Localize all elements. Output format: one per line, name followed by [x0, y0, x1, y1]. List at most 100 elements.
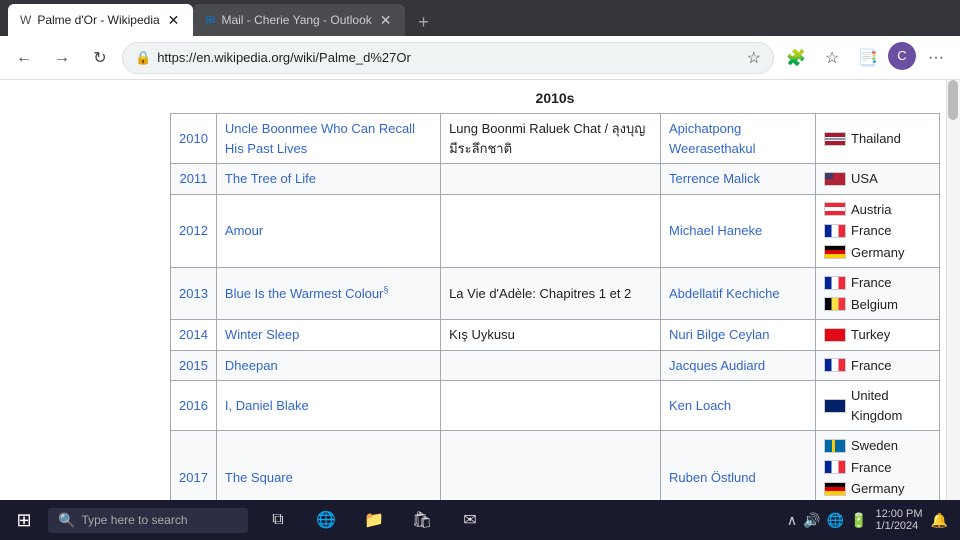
forward-button[interactable]: →: [46, 42, 78, 74]
taskbar-explorer[interactable]: 📁: [354, 500, 394, 540]
table-row: 2017The SquareRuben ÖstlundSwedenFranceG…: [171, 431, 940, 501]
director-link[interactable]: Jacques Audiard: [669, 358, 765, 373]
country-row: France: [824, 221, 931, 241]
taskbar-task-view[interactable]: ⧉: [258, 500, 298, 540]
country-name: Sweden: [851, 436, 898, 456]
taskbar-store[interactable]: 🛍: [402, 500, 442, 540]
table-row: 2015DheepanJacques AudiardFrance: [171, 350, 940, 381]
year-cell: 2011: [171, 164, 217, 195]
country-cell: AustriaFranceGermany: [816, 194, 940, 268]
film-link[interactable]: The Tree of Life: [225, 171, 316, 186]
original-title-cell: [441, 431, 661, 501]
nav-actions: 🧩 ☆ 📑 C ···: [780, 42, 952, 74]
taskbar-right: ∧ 🔊 🌐 🔋 12:00 PM1/1/2024 🔔: [787, 508, 956, 532]
country-name: France: [851, 221, 891, 241]
film-cell: Dheepan: [216, 350, 440, 381]
director-cell: Jacques Audiard: [661, 350, 816, 381]
extensions-button[interactable]: 🧩: [780, 42, 812, 74]
director-link[interactable]: Terrence Malick: [669, 171, 760, 186]
start-button[interactable]: ⊞: [4, 500, 44, 540]
tab-outlook[interactable]: ✉ Mail - Cherie Yang - Outlook ✕: [193, 4, 405, 36]
table-row: 2013Blue Is the Warmest Colour§La Vie d'…: [171, 268, 940, 320]
taskbar-mail[interactable]: ✉: [450, 500, 490, 540]
country-name: United Kingdom: [851, 386, 931, 425]
tab-outlook-close[interactable]: ✕: [378, 10, 394, 31]
film-link[interactable]: Winter Sleep: [225, 327, 299, 342]
browser-chrome: W Palme d'Or - Wikipedia ✕ ✉ Mail - Cher…: [0, 0, 960, 80]
scroll-thumb[interactable]: [948, 80, 958, 120]
belgium-flag: [824, 297, 846, 311]
tray-network-icon[interactable]: 🌐: [827, 512, 844, 529]
film-link[interactable]: I, Daniel Blake: [225, 398, 309, 413]
table-row: 2011 The Tree of Life Terrence Malick USA: [171, 164, 940, 195]
notifications-icon[interactable]: 🔔: [931, 512, 948, 529]
collections-button[interactable]: 📑: [852, 42, 884, 74]
film-link[interactable]: Amour: [225, 223, 263, 238]
director-link[interactable]: Ken Loach: [669, 398, 731, 413]
country-row: Belgium: [824, 295, 931, 315]
reload-button[interactable]: ↻: [84, 42, 116, 74]
profile-avatar[interactable]: C: [888, 42, 916, 70]
address-text: https://en.wikipedia.org/wiki/Palme_d%27…: [157, 50, 740, 65]
director-link[interactable]: Abdellatif Kechiche: [669, 286, 780, 301]
film-cell: The Square: [216, 431, 440, 501]
country-row: France: [824, 356, 931, 376]
film-link[interactable]: Dheepan: [225, 358, 278, 373]
film-cell: I, Daniel Blake: [216, 381, 440, 431]
director-cell: Terrence Malick: [661, 164, 816, 195]
country-row: France: [824, 273, 931, 293]
system-tray-icons: ∧ 🔊 🌐 🔋: [787, 512, 868, 529]
director-cell: Ken Loach: [661, 381, 816, 431]
year-cell: 2010: [171, 114, 217, 164]
original-title-cell: [441, 194, 661, 268]
table-row: 2014Winter SleepKış UykusuNuri Bilge Cey…: [171, 320, 940, 351]
taskbar-search[interactable]: 🔍 Type here to search: [48, 508, 248, 533]
country-row: Germany: [824, 479, 931, 499]
new-tab-button[interactable]: +: [409, 8, 437, 36]
country-name: Germany: [851, 479, 904, 499]
nav-bar: ← → ↻ 🔒 https://en.wikipedia.org/wiki/Pa…: [0, 36, 960, 80]
original-title-cell: [441, 164, 661, 195]
country-name: France: [851, 356, 891, 376]
country-row: USA: [824, 169, 931, 189]
taskbar-edge[interactable]: 🌐: [306, 500, 346, 540]
taskbar-clock[interactable]: 12:00 PM1/1/2024: [875, 508, 922, 532]
settings-button[interactable]: ···: [920, 42, 952, 74]
table-row: 2010Uncle Boonmee Who Can Recall His Pas…: [171, 114, 940, 164]
favorites-button[interactable]: ☆: [816, 42, 848, 74]
country-row: Austria: [824, 200, 931, 220]
country-row: United Kingdom: [824, 386, 931, 425]
tray-volume-icon[interactable]: 🔊: [803, 512, 820, 529]
film-link[interactable]: Uncle Boonmee Who Can Recall His Past Li…: [225, 121, 415, 156]
tab-wikipedia[interactable]: W Palme d'Or - Wikipedia ✕: [8, 4, 193, 36]
country-cell: United Kingdom: [816, 381, 940, 431]
address-bar[interactable]: 🔒 https://en.wikipedia.org/wiki/Palme_d%…: [122, 42, 774, 74]
director-link[interactable]: Michael Haneke: [669, 223, 762, 238]
bookmark-star-icon[interactable]: ☆: [747, 48, 761, 68]
back-button[interactable]: ←: [8, 42, 40, 74]
palme-dor-table: 2010Uncle Boonmee Who Can Recall His Pas…: [170, 113, 940, 500]
germany-flag: [824, 245, 846, 259]
country-row: Turkey: [824, 325, 931, 345]
film-cell: Uncle Boonmee Who Can Recall His Past Li…: [216, 114, 440, 164]
country-name: Thailand: [851, 129, 901, 149]
france-flag: [824, 276, 846, 290]
film-link[interactable]: The Square: [225, 470, 293, 485]
original-title-cell: [441, 350, 661, 381]
tab-wikipedia-close[interactable]: ✕: [166, 10, 182, 31]
tab-wikipedia-label: Palme d'Or - Wikipedia: [37, 13, 159, 27]
film-link[interactable]: Blue Is the Warmest Colour§: [225, 286, 388, 301]
director-link[interactable]: Nuri Bilge Ceylan: [669, 327, 769, 342]
tab-outlook-label: Mail - Cherie Yang - Outlook: [221, 13, 371, 27]
tray-up-icon[interactable]: ∧: [787, 512, 797, 529]
director-link[interactable]: Apichatpong Weerasethakul: [669, 121, 755, 156]
scrollbar[interactable]: [946, 80, 960, 500]
director-link[interactable]: Ruben Östlund: [669, 470, 756, 485]
france-flag: [824, 358, 846, 372]
germany-flag: [824, 482, 846, 496]
tray-battery-icon[interactable]: 🔋: [850, 512, 867, 529]
country-row: France: [824, 458, 931, 478]
country-cell: USA: [816, 164, 940, 195]
country-cell: SwedenFranceGermanyDenmark: [816, 431, 940, 501]
country-row: Sweden: [824, 436, 931, 456]
